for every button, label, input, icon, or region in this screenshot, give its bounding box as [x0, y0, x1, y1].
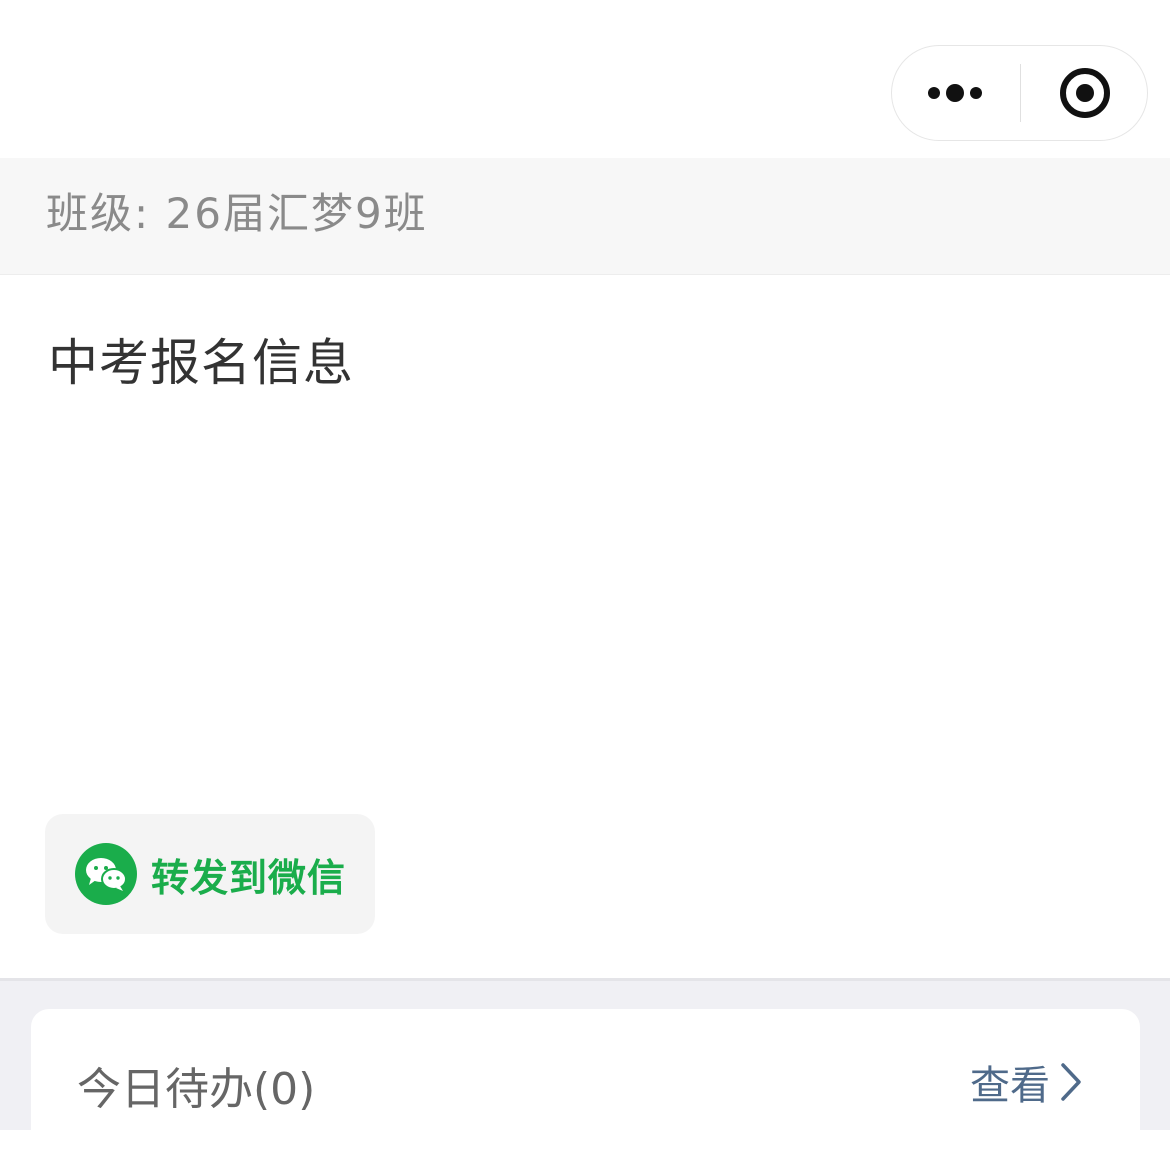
close-miniprogram-button[interactable] — [1021, 46, 1148, 140]
target-close-icon — [1059, 68, 1110, 118]
notice-title: 中考报名信息 — [48, 334, 354, 392]
share-to-wechat-button[interactable]: 转发到微信 — [45, 814, 375, 934]
todo-title: 今日待办(0) — [77, 1064, 316, 1115]
more-button[interactable] — [892, 46, 1020, 140]
chevron-right-icon — [1060, 1062, 1082, 1102]
class-label: 班级: 26届汇梦9班 — [46, 189, 428, 238]
miniprogram-capsule — [891, 45, 1148, 141]
view-todo-link[interactable]: 查看 — [970, 1053, 1082, 1111]
share-label: 转发到微信 — [151, 855, 347, 900]
more-dots-icon — [928, 84, 982, 102]
view-label: 查看 — [970, 1063, 1050, 1109]
wechat-icon — [75, 843, 137, 905]
